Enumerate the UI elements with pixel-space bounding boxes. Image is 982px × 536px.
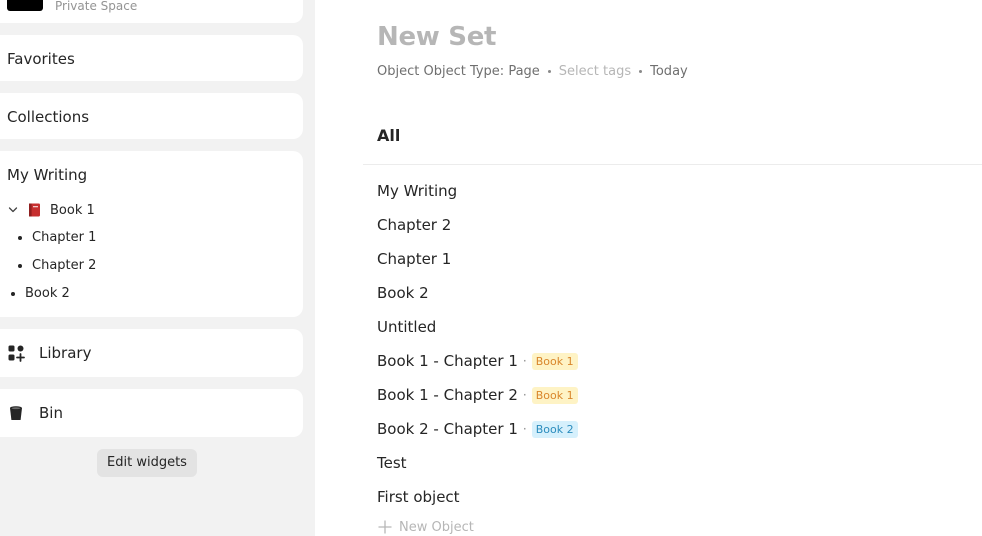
tag-badge[interactable]: Book 1 <box>531 352 578 370</box>
object-type-label[interactable]: Object Object Type: Page <box>377 64 540 79</box>
object-name: My Writing <box>377 182 458 200</box>
my-writing-title[interactable]: My Writing <box>7 166 87 184</box>
tree-item-book-1[interactable]: Book 1 <box>8 202 95 218</box>
tree-item-label: Chapter 2 <box>32 258 97 273</box>
list-item[interactable]: Chapter 2 <box>377 208 937 242</box>
list-item[interactable]: Untitled <box>377 310 937 344</box>
tag-badge[interactable]: Book 1 <box>531 386 578 404</box>
bin-icon <box>10 406 22 420</box>
bin-widget[interactable]: Bin <box>0 389 303 437</box>
tree-item-book-2[interactable]: Book 2 <box>11 286 70 301</box>
list-item[interactable]: Book 2 - Chapter 1 · Book 2 <box>377 412 937 446</box>
object-name: Chapter 1 <box>377 250 452 268</box>
list-item[interactable]: First object <box>377 480 937 514</box>
tag-badge[interactable]: Book 2 <box>531 420 578 438</box>
new-object-label: New Object <box>399 519 474 535</box>
relation-separator: · <box>522 354 527 368</box>
edit-widgets-button[interactable]: Edit widgets <box>97 449 197 477</box>
tree-item-chapter-2[interactable]: Chapter 2 <box>18 258 96 273</box>
library-widget[interactable]: Library <box>0 329 303 377</box>
select-tags-field[interactable]: Select tags <box>559 64 631 79</box>
relation-separator: · <box>522 388 527 402</box>
object-name: Untitled <box>377 318 437 336</box>
space-widget[interactable]: Private Space <box>0 0 303 23</box>
red-book-icon <box>29 203 40 217</box>
tree-item-chapter-1[interactable]: Chapter 1 <box>18 230 96 245</box>
list-item[interactable]: Book 1 - Chapter 2 · Book 1 <box>377 378 937 412</box>
object-name: Test <box>377 454 407 472</box>
bullet-icon <box>18 263 22 268</box>
object-name: Book 2 <box>377 284 429 302</box>
meta-separator-dot <box>639 70 643 73</box>
object-name: Chapter 2 <box>377 216 452 234</box>
relation-separator: · <box>522 422 527 436</box>
object-name: First object <box>377 488 460 506</box>
main-content: New Set Object Object Type: Page Select … <box>315 0 982 536</box>
object-name: Book 1 - Chapter 2 <box>377 386 518 404</box>
favorites-widget[interactable]: Favorites <box>0 35 303 81</box>
new-object-button[interactable]: New Object <box>377 519 474 535</box>
list-item[interactable]: Book 2 <box>377 276 937 310</box>
view-tab-all[interactable]: All <box>377 126 400 145</box>
tree-item-label: Chapter 1 <box>32 230 97 245</box>
list-item[interactable]: Chapter 1 <box>377 242 937 276</box>
object-name: Book 2 - Chapter 1 <box>377 420 518 438</box>
library-title[interactable]: Library <box>39 344 91 362</box>
object-list: My Writing Chapter 2 Chapter 1 Book 2 Un… <box>377 174 937 514</box>
meta-separator-dot <box>547 70 551 73</box>
list-item[interactable]: Book 1 - Chapter 1 · Book 1 <box>377 344 937 378</box>
tree-item-label: Book 1 <box>50 202 95 218</box>
sidebar: Private Space Favorites Collections My W… <box>0 0 315 536</box>
list-item[interactable]: Test <box>377 446 937 480</box>
collections-widget[interactable]: Collections <box>0 93 303 139</box>
tree-item-label: Book 2 <box>25 286 70 301</box>
divider <box>363 164 982 165</box>
space-logo <box>7 0 43 11</box>
page-title[interactable]: New Set <box>377 22 496 52</box>
list-item[interactable]: My Writing <box>377 174 937 208</box>
library-icon <box>8 345 25 362</box>
object-name: Book 1 - Chapter 1 <box>377 352 518 370</box>
bin-title[interactable]: Bin <box>39 404 63 422</box>
favorites-title[interactable]: Favorites <box>7 50 75 68</box>
bullet-icon <box>11 291 15 296</box>
collections-title[interactable]: Collections <box>7 108 89 126</box>
page-meta: Object Object Type: Page Select tags Tod… <box>377 64 688 79</box>
bullet-icon <box>18 235 22 240</box>
chevron-down-icon[interactable] <box>8 205 18 215</box>
plus-icon <box>378 520 392 534</box>
date-label: Today <box>650 64 688 79</box>
my-writing-widget: My Writing Book 1 Chapter 1 Chapter 2 Bo… <box>0 151 303 317</box>
space-subtitle: Private Space <box>55 0 138 13</box>
